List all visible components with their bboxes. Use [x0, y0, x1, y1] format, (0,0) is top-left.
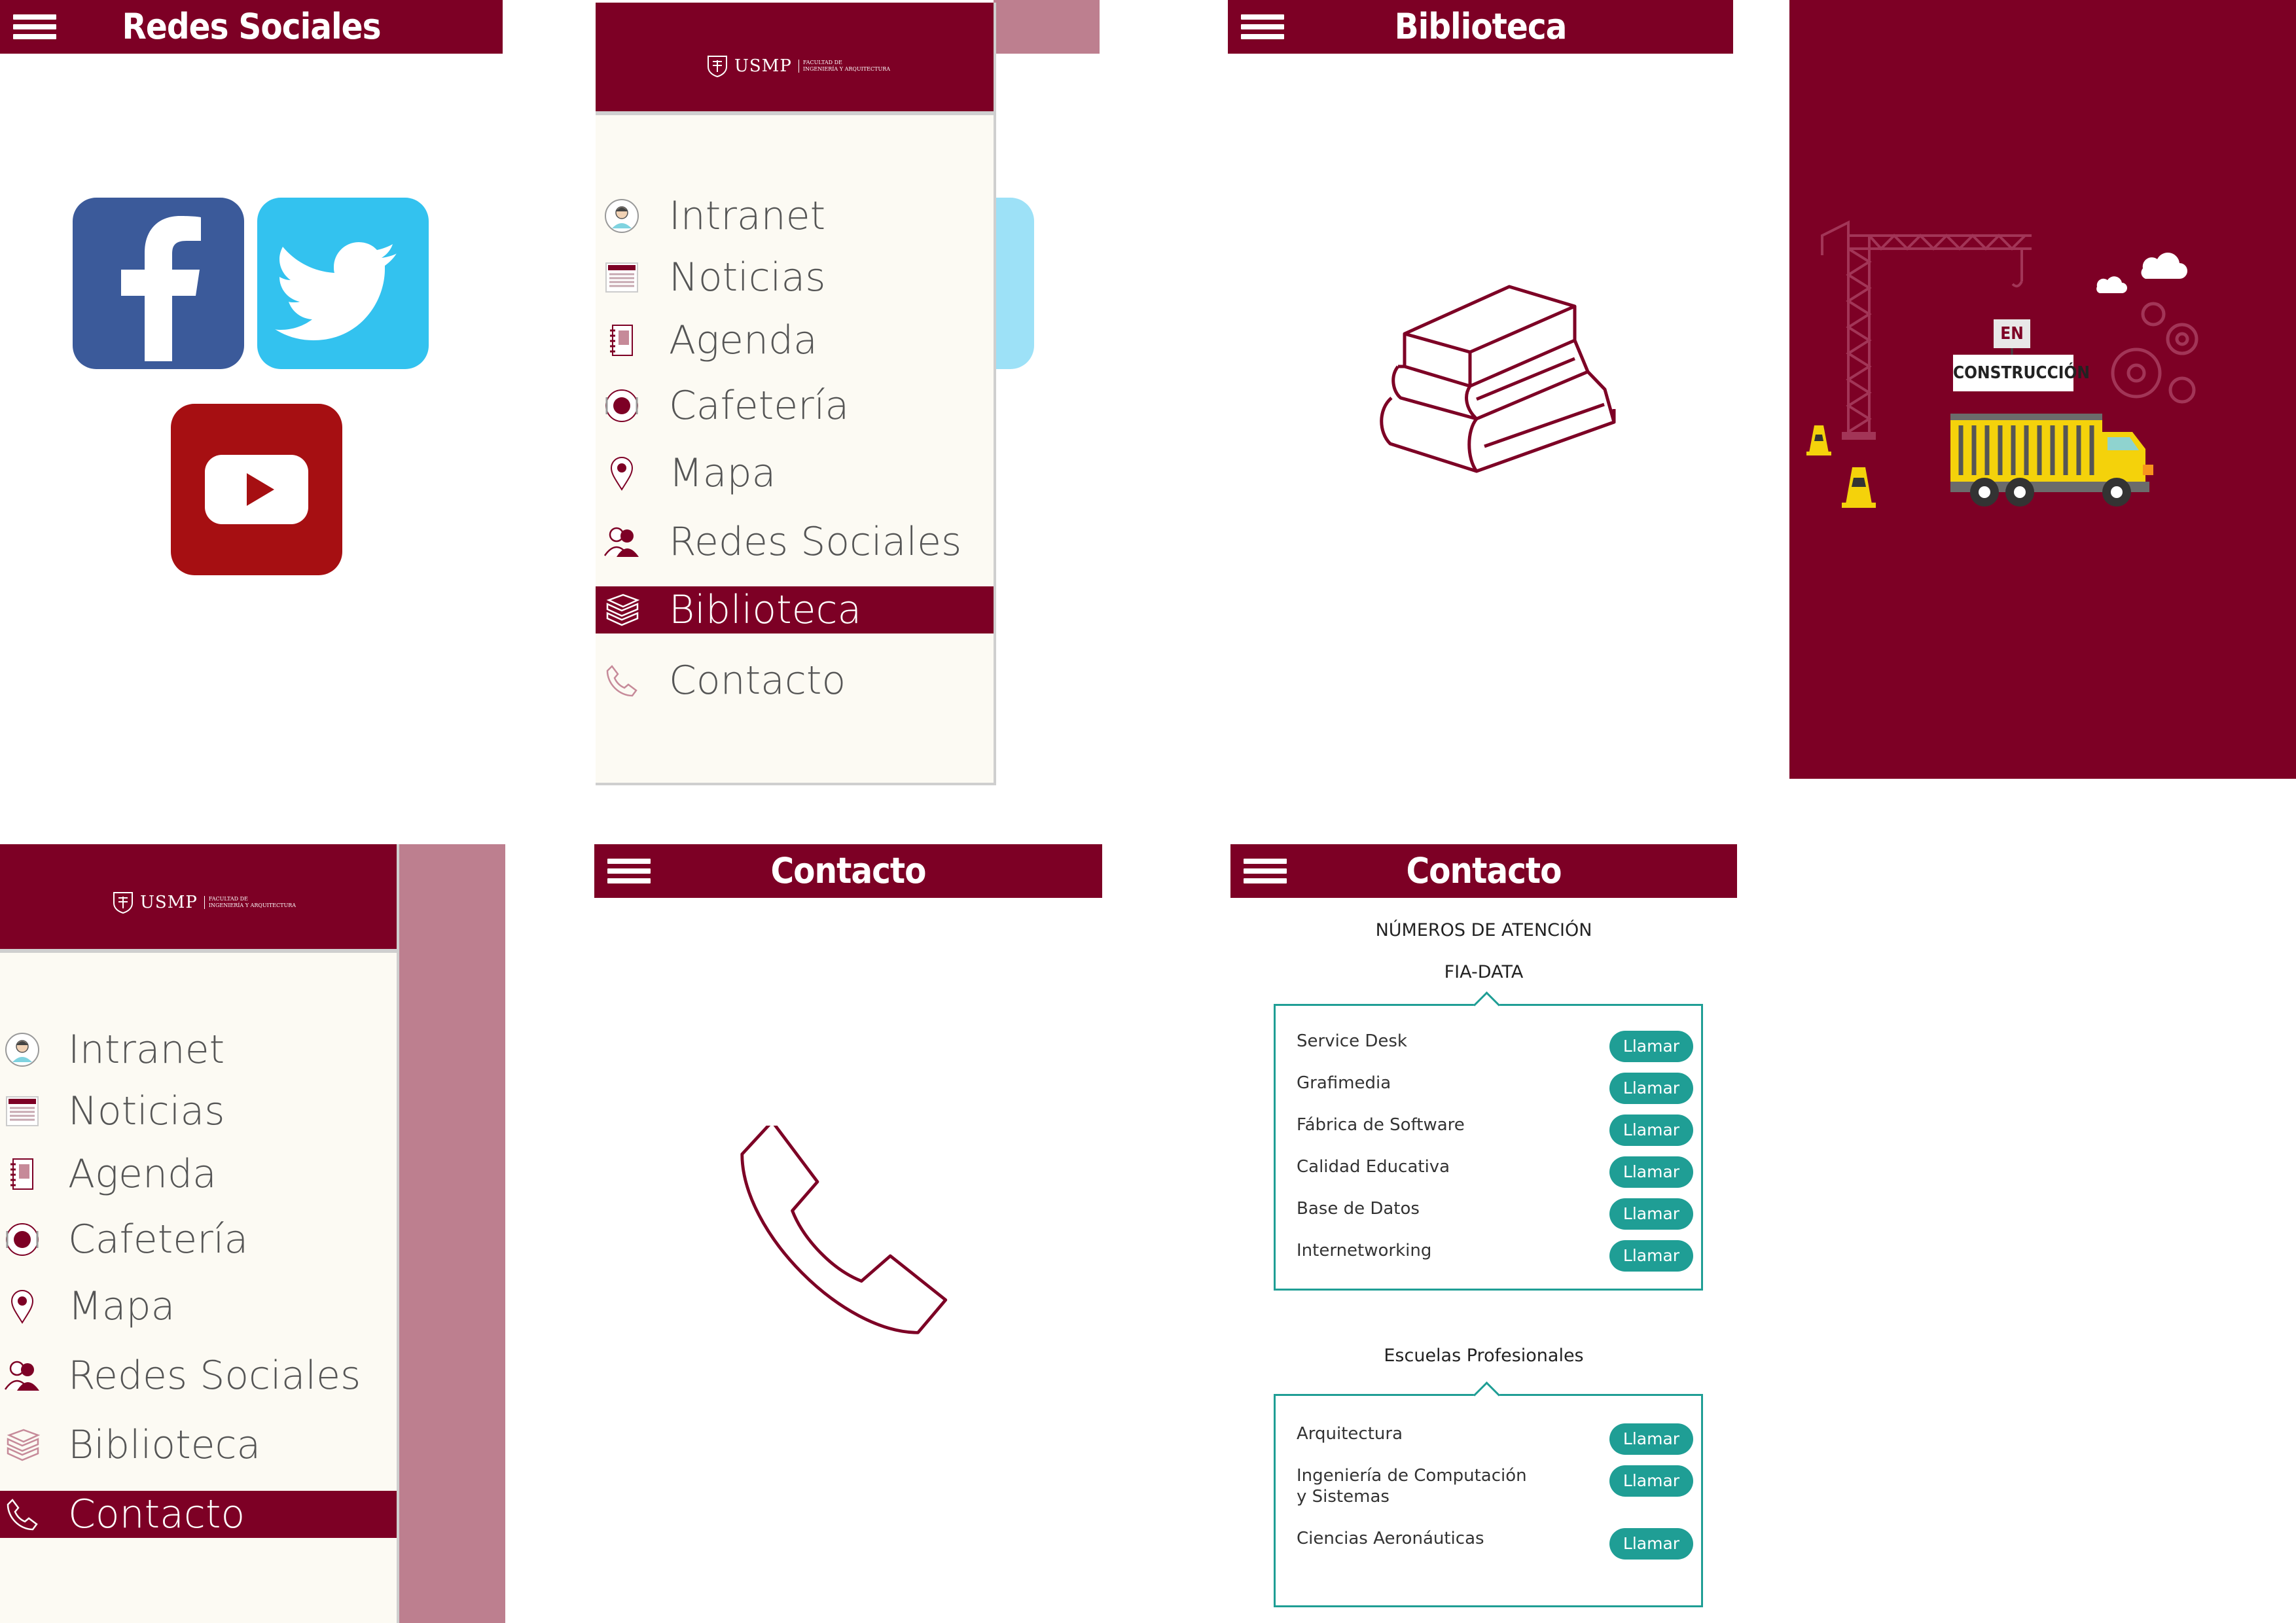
list-item: Arquitectura Llamar [1297, 1423, 1693, 1455]
list-item: Service Desk Llamar [1297, 1031, 1693, 1062]
usmp-logo: USMP FACULTAD DE INGENIERÍA Y ARQUITECTUR… [113, 891, 296, 914]
newspaper-icon [602, 258, 641, 297]
dimmed-header-behind [994, 0, 1100, 54]
page-title: Redes Sociales [122, 6, 381, 47]
logo-subtitle: FACULTAD DE INGENIERÍA Y ARQUITECTURA [798, 60, 890, 73]
menu-item-biblioteca[interactable]: Biblioteca [0, 1421, 397, 1469]
menu-item-mapa[interactable]: Mapa [596, 450, 994, 497]
user-avatar-icon [602, 196, 641, 236]
box-notch [1473, 1381, 1501, 1409]
group-title-fia-data: FIA-DATA [1444, 962, 1524, 982]
group-title-escuelas: Escuelas Profesionales [1384, 1346, 1584, 1366]
app-header: Biblioteca [1228, 0, 1733, 54]
logo-subtitle: FACULTAD DE INGENIERÍA Y ARQUITECTURA [204, 896, 296, 909]
newspaper-icon [3, 1092, 42, 1131]
logo-text: USMP [734, 56, 792, 76]
user-avatar-icon [3, 1030, 42, 1069]
menu-item-noticias[interactable]: Noticias [0, 1088, 397, 1135]
phone-icon[interactable] [738, 1120, 961, 1348]
page-title: Biblioteca [1394, 6, 1568, 47]
twitter-icon[interactable] [257, 198, 429, 369]
menu-item-biblioteca[interactable]: Biblioteca [596, 586, 994, 633]
people-icon [602, 522, 641, 562]
menu-item-agenda[interactable]: Agenda [596, 317, 994, 364]
menu-item-redes-sociales[interactable]: Redes Sociales [0, 1352, 397, 1399]
call-button[interactable]: Llamar [1609, 1031, 1693, 1062]
notebook-icon [602, 321, 641, 360]
call-button[interactable]: Llamar [1609, 1198, 1693, 1230]
books-icon [3, 1425, 42, 1465]
usmp-shield-icon [113, 892, 133, 914]
list-item: Base de Datos Llamar [1297, 1198, 1693, 1230]
usmp-logo: USMP FACULTAD DE INGENIERÍA Y ARQUITECTUR… [707, 55, 890, 77]
menu-item-redes-sociales[interactable]: Redes Sociales [596, 518, 994, 565]
call-button[interactable]: Llamar [1609, 1115, 1693, 1146]
map-pin-icon [3, 1287, 42, 1326]
construction-illustration [1806, 220, 2198, 508]
app-header: Contacto [1230, 844, 1737, 898]
list-item: Calidad Educativa Llamar [1297, 1156, 1693, 1188]
call-button[interactable]: Llamar [1609, 1240, 1693, 1272]
navigation-drawer: USMP FACULTAD DE INGENIERÍA Y ARQUITECTUR… [596, 3, 996, 785]
notebook-icon [3, 1154, 42, 1194]
list-item: Fábrica de Software Llamar [1297, 1115, 1693, 1146]
call-button[interactable]: Llamar [1609, 1073, 1693, 1104]
map-pin-icon [602, 454, 641, 493]
call-button[interactable]: Llamar [1609, 1156, 1693, 1188]
books-icon [602, 590, 641, 630]
construction-label-en: EN [2000, 324, 2024, 344]
menu-item-agenda[interactable]: Agenda [0, 1150, 397, 1198]
screen-drawer-contacto: USMP FACULTAD DE INGENIERÍA Y ARQUITECTUR… [0, 844, 505, 1623]
logo-text: USMP [140, 893, 198, 912]
app-header: Redes Sociales [0, 0, 503, 54]
plate-icon [602, 386, 641, 425]
phone-icon [602, 661, 641, 700]
drawer-header: USMP FACULTAD DE INGENIERÍA Y ARQUITECTUR… [596, 3, 994, 115]
facebook-icon[interactable] [73, 198, 244, 369]
screen-redes-sociales: Redes Sociales [0, 0, 503, 779]
youtube-icon[interactable] [171, 404, 342, 575]
plate-icon [3, 1220, 42, 1259]
usmp-shield-icon [708, 56, 727, 77]
screen-en-construccion: EN CONSTRUCCIÓN [1789, 0, 2296, 779]
app-header: Contacto [594, 844, 1102, 898]
screen-drawer-biblioteca: USMP FACULTAD DE INGENIERÍA Y ARQUITECTUR… [594, 0, 1100, 785]
dimmed-twitter-behind [994, 198, 1034, 369]
dimmed-background [399, 844, 505, 1623]
menu-item-intranet[interactable]: Intranet [596, 192, 994, 240]
people-icon [3, 1356, 42, 1395]
menu-item-intranet[interactable]: Intranet [0, 1026, 397, 1073]
box-notch [1473, 991, 1501, 1019]
list-item: Grafimedia Llamar [1297, 1073, 1693, 1104]
menu-item-cafeteria[interactable]: Cafetería [596, 382, 994, 429]
menu-item-mapa[interactable]: Mapa [0, 1283, 397, 1330]
menu-item-noticias[interactable]: Noticias [596, 254, 994, 301]
screen-contacto-list: Contacto NÚMEROS DE ATENCIÓN FIA-DATA Se… [1230, 844, 1737, 1623]
menu-item-cafeteria[interactable]: Cafetería [0, 1216, 397, 1263]
navigation-drawer: USMP FACULTAD DE INGENIERÍA Y ARQUITECTUR… [0, 844, 399, 1623]
list-item: Ciencias Aeronáuticas Llamar [1297, 1528, 1693, 1560]
call-button[interactable]: Llamar [1609, 1423, 1693, 1455]
call-button[interactable]: Llamar [1609, 1465, 1693, 1497]
escuelas-list: Arquitectura Llamar Ingeniería de Computa… [1274, 1381, 1703, 1607]
menu-item-contacto[interactable]: Contacto [0, 1491, 397, 1538]
section-heading: NÚMEROS DE ATENCIÓN [1375, 920, 1592, 940]
screen-biblioteca: Biblioteca [1228, 0, 1733, 779]
phone-icon [3, 1495, 42, 1534]
books-icon [1346, 275, 1621, 497]
page-title: Contacto [770, 850, 926, 891]
menu-item-contacto[interactable]: Contacto [596, 657, 994, 704]
list-item: Internetworking Llamar [1297, 1240, 1693, 1272]
construction-label: CONSTRUCCIÓN [1953, 363, 2090, 383]
screen-contacto-icon: Contacto [594, 844, 1102, 1623]
call-button[interactable]: Llamar [1609, 1528, 1693, 1560]
list-item: Ingeniería de Computación y Sistemas Llama… [1297, 1465, 1693, 1507]
page-title: Contacto [1406, 850, 1562, 891]
fia-data-list: Service Desk Llamar Grafimedia Llamar Fábr… [1274, 991, 1703, 1291]
drawer-header: USMP FACULTAD DE INGENIERÍA Y ARQUITECTUR… [0, 844, 397, 953]
